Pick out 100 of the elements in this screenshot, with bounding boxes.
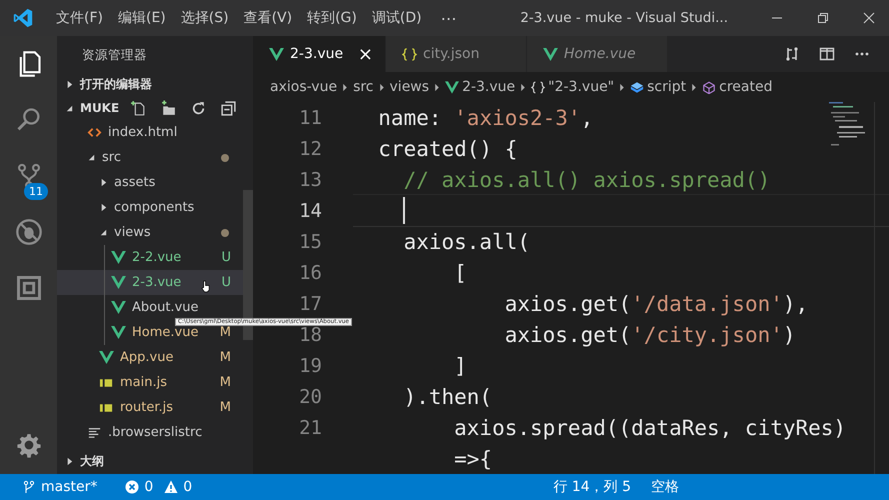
menu-item[interactable]: 选择(S)	[172, 9, 236, 27]
vue-file-icon	[111, 276, 126, 289]
problems-status[interactable]: 0 0	[115, 479, 202, 495]
line-number: 13	[299, 170, 322, 190]
warning-icon	[164, 480, 178, 494]
caret-icon	[65, 80, 74, 88]
file-name: 2-3.vue	[132, 276, 182, 289]
line-number: 16	[299, 264, 322, 282]
breadcrumb[interactable]: script	[630, 79, 686, 95]
file-name: main.js	[120, 376, 167, 389]
file-name: About.vue	[132, 301, 198, 314]
breadcrumb[interactable]: "2-3.vue"	[531, 79, 614, 95]
refresh-icon[interactable]	[190, 100, 207, 116]
compare-icon[interactable]	[784, 46, 800, 62]
section-header[interactable]: 打开的编辑器	[57, 72, 253, 96]
hand-cursor-icon	[201, 280, 210, 293]
caret-icon	[65, 457, 74, 466]
collapse-all-icon[interactable]	[220, 100, 237, 116]
tree-item[interactable]: assets	[57, 170, 243, 195]
cursor-position[interactable]: 行 14，列 5	[543, 478, 641, 496]
code-line: ).then(	[402, 384, 492, 408]
file-name: assets	[114, 176, 156, 189]
file-name: views	[114, 226, 151, 239]
cube-icon	[630, 80, 644, 94]
new-folder-icon[interactable]	[160, 100, 177, 116]
settings-icon[interactable]	[16, 432, 42, 458]
text-cursor	[403, 197, 405, 224]
breadcrumb[interactable]: 2-3.vue	[445, 79, 516, 95]
line-number: 12	[299, 140, 322, 158]
code-line: axios.get('/city.json')	[504, 322, 796, 346]
menu-item[interactable]: 文件(F)	[48, 9, 110, 27]
braces-icon	[531, 80, 546, 94]
git-status: M	[220, 326, 231, 339]
error-icon	[125, 480, 140, 494]
branch-icon	[22, 480, 36, 494]
editor-tab[interactable]: city.json	[386, 36, 527, 72]
chevron-icon	[342, 82, 348, 92]
close-icon[interactable]	[863, 12, 875, 24]
menu-item[interactable]: 调试(D)	[364, 9, 429, 27]
braces-icon	[402, 48, 417, 60]
close-tab-button[interactable]: ×	[358, 44, 373, 64]
extensions-icon	[14, 274, 42, 302]
vue-file-icon	[445, 80, 460, 94]
tree-item[interactable]: src	[57, 145, 243, 170]
branch-status[interactable]: master*	[0, 479, 108, 495]
line-number: 17	[299, 294, 322, 314]
editor-tab[interactable]: 2-3.vue ×	[253, 36, 386, 72]
tree-item[interactable]: views	[57, 220, 243, 245]
caret-icon	[65, 104, 74, 112]
tree-item[interactable]: router.js M	[57, 395, 243, 420]
tree-item[interactable]: .browserslistrc	[57, 420, 243, 445]
more-menu[interactable]: ⋯	[432, 8, 464, 28]
breadcrumb[interactable]: views	[390, 79, 430, 95]
git-status: M	[220, 376, 231, 389]
indent-status[interactable]: 空格	[641, 478, 689, 496]
file-name: .browserslistrc	[108, 426, 202, 439]
tree-item[interactable]: 2-3.vue U	[57, 270, 243, 295]
activity-button[interactable]: 11	[0, 148, 57, 204]
code-line: ]	[453, 354, 467, 378]
chevron-icon	[434, 82, 440, 92]
split-editor-icon[interactable]	[819, 46, 835, 62]
editor-tab[interactable]: Home.vue	[527, 36, 668, 72]
sidebar-title: 资源管理器	[81, 46, 148, 64]
tree-item[interactable]: index.html	[57, 120, 243, 145]
line-number: 14	[299, 202, 322, 220]
breadcrumb[interactable]: src	[353, 79, 374, 95]
vue-file-icon	[111, 251, 126, 264]
breadcrumb[interactable]: axios-vue	[270, 79, 338, 95]
file-name: 2-2.vue	[132, 251, 182, 264]
code-line: axios.all(	[402, 230, 530, 254]
tree-item[interactable]: main.js M	[57, 370, 243, 395]
window-title: 2-3.vue - muke - Visual Studi...	[520, 10, 728, 26]
no-bug-icon	[14, 218, 42, 246]
folder-header[interactable]: MUKE	[57, 96, 253, 120]
git-status: M	[220, 401, 231, 414]
chevron-icon	[619, 82, 626, 92]
chevron-icon	[378, 82, 385, 92]
menu-item[interactable]: 转到(G)	[299, 9, 364, 27]
tree-item[interactable]: About.vue	[57, 295, 243, 320]
new-file-icon[interactable]	[130, 100, 147, 116]
code-line: // axios.all() axios.spread()	[402, 168, 770, 192]
code-file-icon	[87, 126, 102, 139]
section-header[interactable]: 大纲	[57, 449, 253, 474]
file-name: App.vue	[120, 351, 174, 364]
code-line: created() {	[377, 136, 518, 160]
count-badge: 11	[24, 183, 48, 200]
code-line: axios.get('/data.json'),	[504, 292, 808, 316]
file-name: index.html	[108, 126, 178, 139]
tree-item[interactable]: components	[57, 195, 243, 220]
menu-item[interactable]: 编辑(E)	[110, 9, 173, 27]
code-line: =>{	[453, 446, 492, 470]
chevron-icon	[691, 82, 698, 92]
git-status: U	[221, 276, 231, 289]
menu-item[interactable]: 查看(V)	[236, 9, 300, 27]
restore-icon[interactable]	[817, 12, 829, 24]
app-logo-icon	[12, 7, 34, 29]
file-name: src	[102, 151, 121, 164]
tree-item[interactable]: App.vue M	[57, 345, 243, 370]
breadcrumb[interactable]: created	[702, 79, 772, 95]
vue-file-icon	[111, 326, 126, 339]
